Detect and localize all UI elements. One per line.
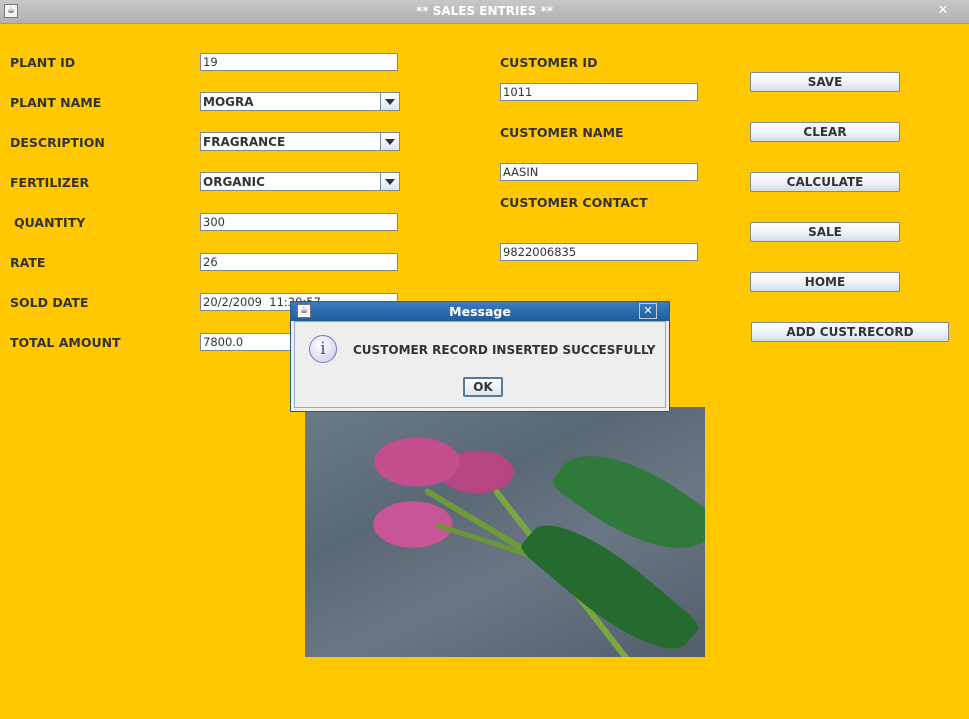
description-combo[interactable]: FRAGRANCE bbox=[200, 132, 400, 151]
quantity-label: QUANTITY bbox=[14, 215, 86, 230]
customer-id-field[interactable] bbox=[500, 83, 698, 101]
tulip-photo bbox=[305, 407, 705, 657]
customer-id-label: CUSTOMER ID bbox=[500, 55, 598, 70]
plant-id-field[interactable] bbox=[200, 53, 398, 71]
fertilizer-selected: ORGANIC bbox=[203, 175, 265, 189]
ok-button[interactable]: OK bbox=[463, 377, 503, 397]
description-selected: FRAGRANCE bbox=[203, 135, 286, 149]
dialog-titlebar: ☕ Message ✕ bbox=[291, 302, 669, 321]
window-titlebar: ☕ ** SALES ENTRIES ** ✕ bbox=[0, 0, 969, 24]
description-label: DESCRIPTION bbox=[10, 135, 105, 150]
add-cust-record-button[interactable]: ADD CUST.RECORD bbox=[751, 322, 949, 342]
rate-label: RATE bbox=[10, 255, 46, 270]
dialog-close-icon[interactable]: ✕ bbox=[639, 303, 657, 319]
calculate-button[interactable]: CALCULATE bbox=[750, 172, 900, 192]
home-button[interactable]: HOME bbox=[750, 272, 900, 292]
sold-date-label: SOLD DATE bbox=[10, 295, 89, 310]
info-icon: i bbox=[309, 335, 337, 363]
plant-name-selected: MOGRA bbox=[203, 95, 254, 109]
total-amount-label: TOTAL AMOUNT bbox=[10, 335, 121, 350]
clear-button[interactable]: CLEAR bbox=[750, 122, 900, 142]
customer-contact-field[interactable] bbox=[500, 243, 698, 261]
chevron-down-icon[interactable] bbox=[380, 133, 399, 150]
plant-name-label: PLANT NAME bbox=[10, 95, 102, 110]
rate-field[interactable] bbox=[200, 253, 398, 271]
plant-id-label: PLANT ID bbox=[10, 55, 76, 70]
plant-name-combo[interactable]: MOGRA bbox=[200, 92, 400, 111]
fertilizer-combo[interactable]: ORGANIC bbox=[200, 172, 400, 191]
dialog-title: Message bbox=[449, 304, 511, 319]
window-close-icon[interactable]: ✕ bbox=[934, 3, 952, 19]
fertilizer-label: FERTILIZER bbox=[10, 175, 90, 190]
dialog-body: i CUSTOMER RECORD INSERTED SUCCESFULLY O… bbox=[294, 321, 666, 408]
save-button[interactable]: SAVE bbox=[750, 72, 900, 92]
quantity-field[interactable] bbox=[200, 213, 398, 231]
customer-contact-label: CUSTOMER CONTACT bbox=[500, 195, 648, 210]
sale-button[interactable]: SALE bbox=[750, 222, 900, 242]
message-dialog: ☕ Message ✕ i CUSTOMER RECORD INSERTED S… bbox=[290, 301, 670, 412]
window-title: ** SALES ENTRIES ** bbox=[415, 4, 554, 18]
customer-name-label: CUSTOMER NAME bbox=[500, 125, 624, 140]
chevron-down-icon[interactable] bbox=[380, 173, 399, 190]
dialog-message: CUSTOMER RECORD INSERTED SUCCESFULLY bbox=[353, 343, 656, 357]
customer-name-field[interactable] bbox=[500, 163, 698, 181]
chevron-down-icon[interactable] bbox=[380, 93, 399, 110]
